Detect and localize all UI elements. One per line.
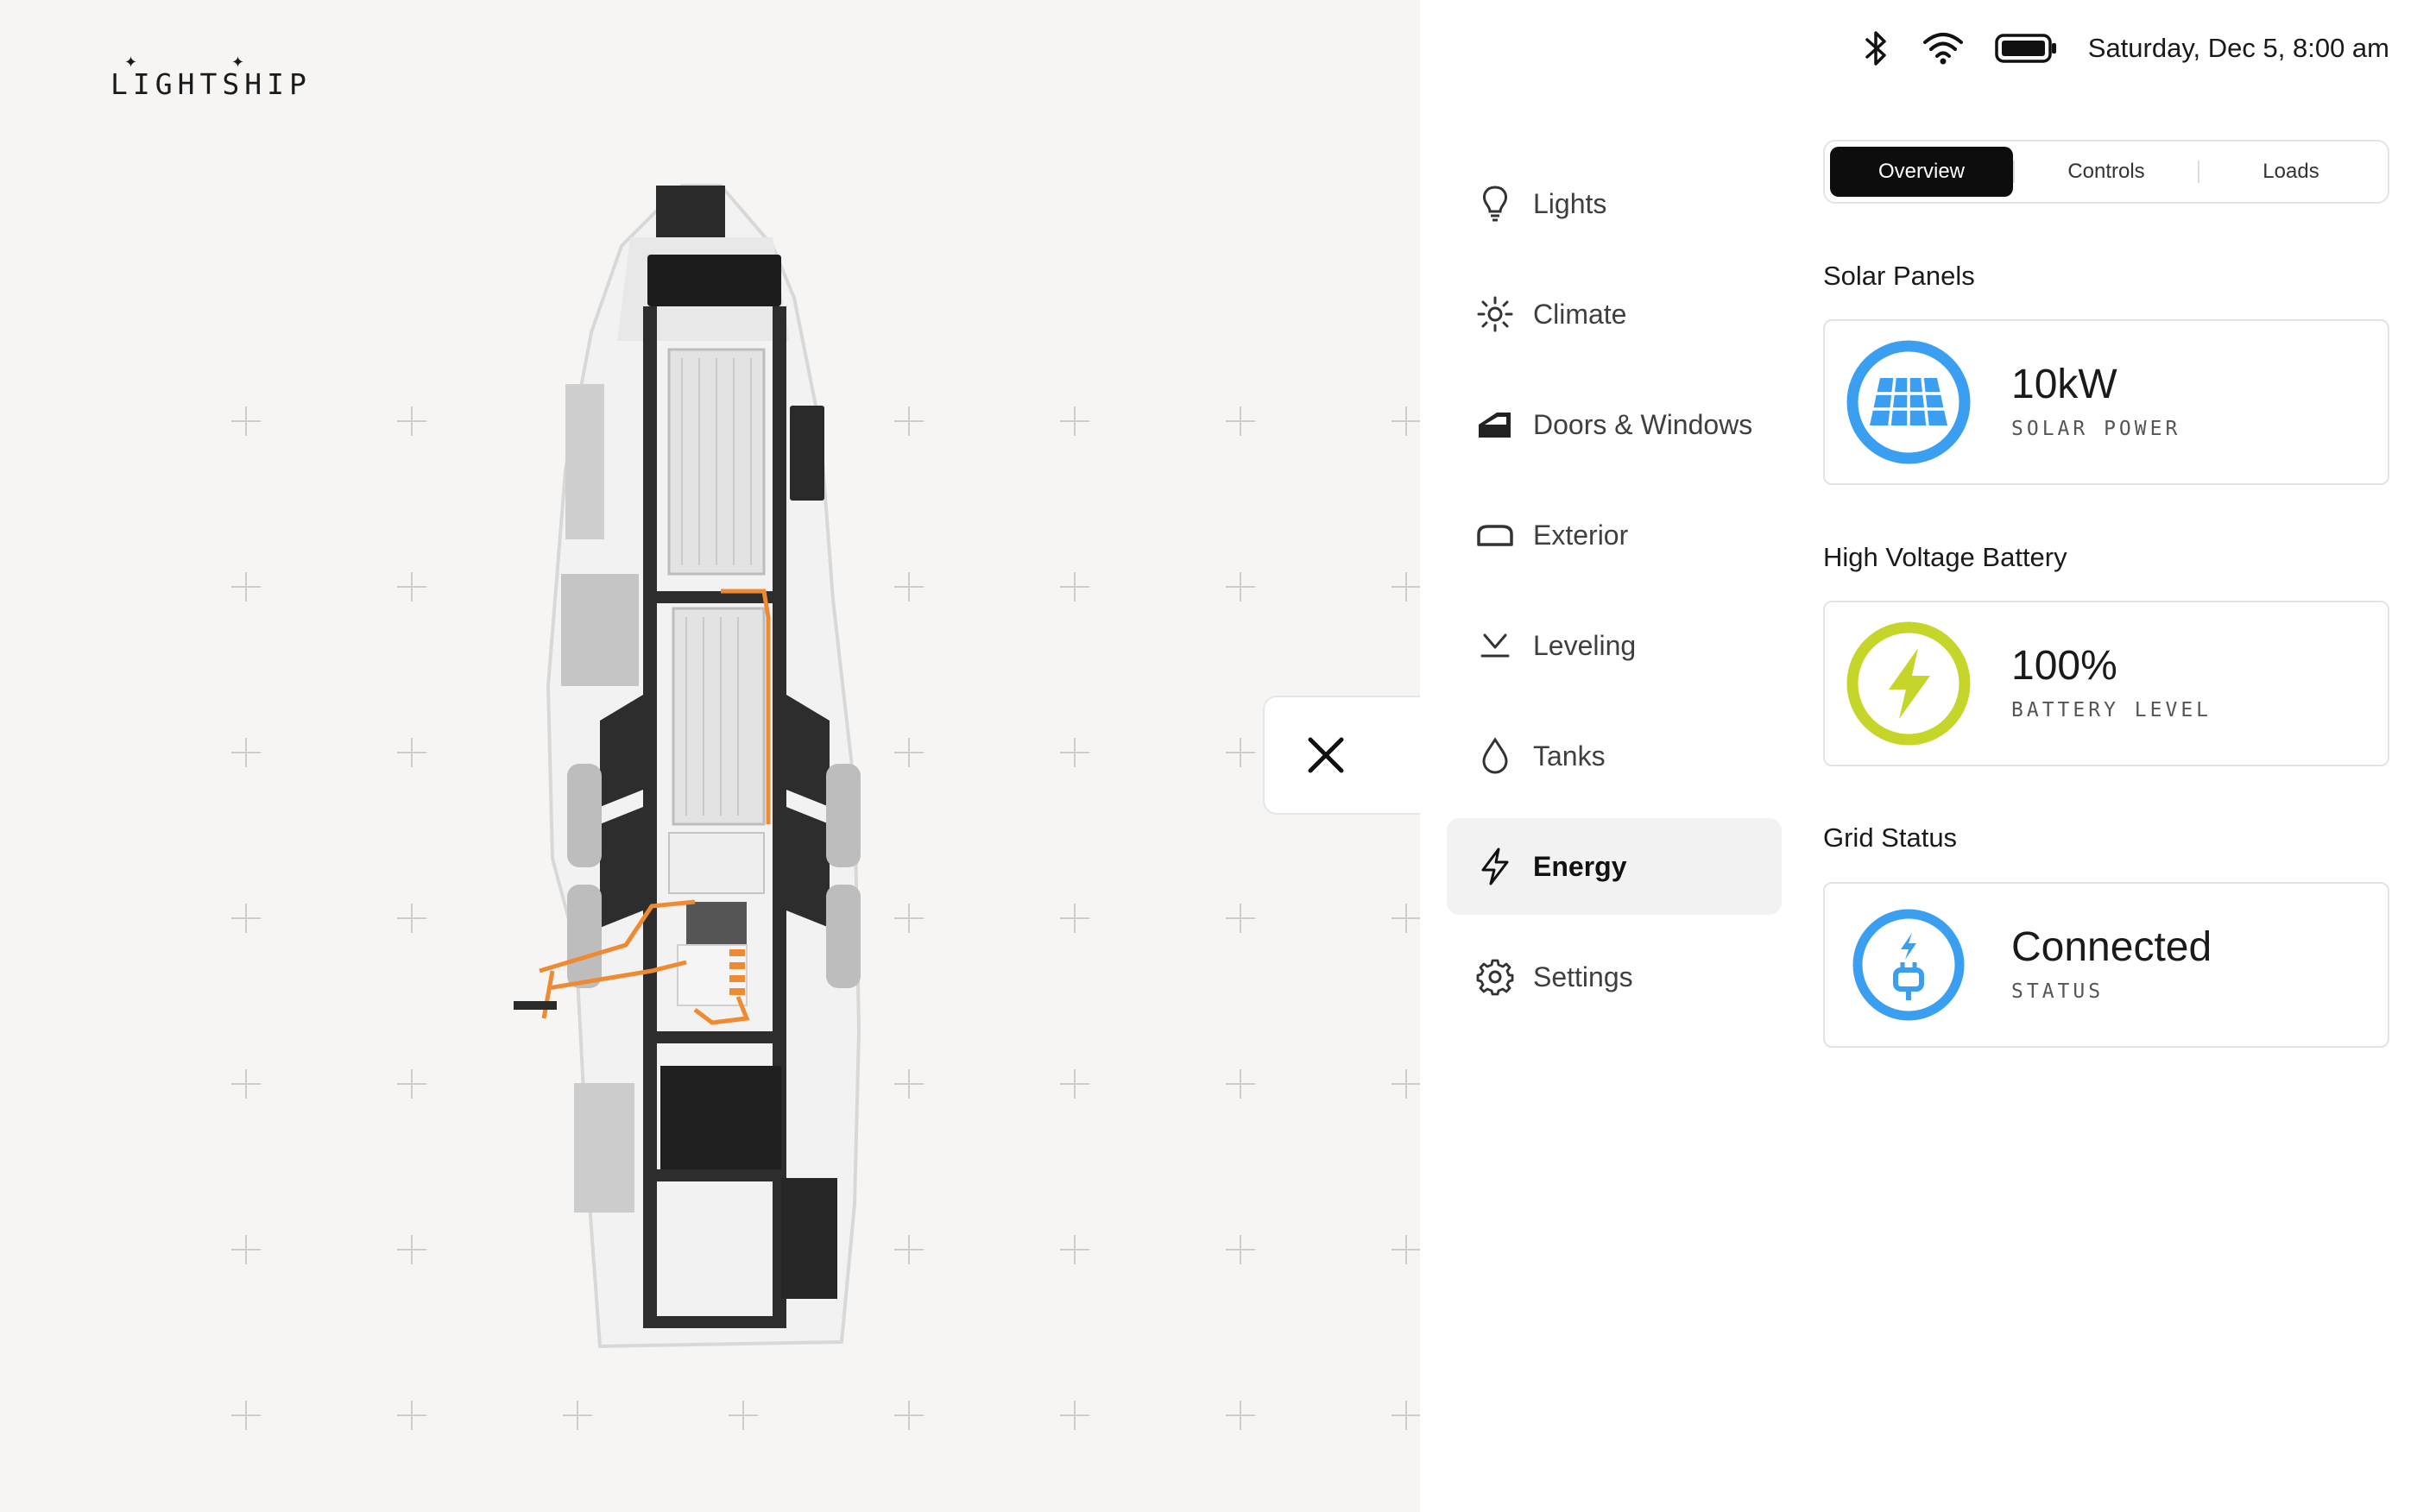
nav-item-tanks[interactable]: Tanks xyxy=(1447,708,1782,804)
nav-label: Energy xyxy=(1533,850,1627,882)
vehicle-view-pane: ✦ ✦ LIGHTSHIP xyxy=(0,0,1420,1512)
grid-cross-mark xyxy=(1226,904,1255,933)
grid-cross-mark xyxy=(1226,1069,1255,1099)
grid-cross-mark xyxy=(231,1069,261,1099)
grid-cross-mark xyxy=(231,1235,261,1264)
grid-cross-mark xyxy=(894,738,924,767)
nav-label: Lights xyxy=(1533,187,1607,219)
solar-section-title: Solar Panels xyxy=(1823,261,1975,291)
status-bar: Saturday, Dec 5, 8:00 am xyxy=(1862,26,2389,71)
grid-cross-mark xyxy=(1392,1069,1420,1099)
close-icon xyxy=(1308,737,1344,773)
grid-section-title: Grid Status xyxy=(1823,822,1958,853)
grid-cross-mark xyxy=(397,1401,426,1430)
grid-cross-mark xyxy=(1226,406,1255,436)
brand-name: LIGHTSHIP xyxy=(110,67,312,101)
leveling-icon xyxy=(1476,627,1514,665)
grid-cross-mark xyxy=(1392,904,1420,933)
grid-cross-mark xyxy=(1060,572,1089,602)
close-panel-button[interactable] xyxy=(1263,696,1420,815)
grid-cross-mark xyxy=(1060,738,1089,767)
door-icon xyxy=(1476,406,1514,444)
grid-cross-mark xyxy=(397,572,426,602)
nav-label: Leveling xyxy=(1533,629,1637,661)
nav-item-lights[interactable]: Lights xyxy=(1447,155,1782,252)
nav-label: Settings xyxy=(1533,961,1633,992)
grid-cross-mark xyxy=(1392,1401,1420,1430)
bluetooth-icon xyxy=(1865,31,1886,66)
grid-cross-mark xyxy=(231,738,261,767)
energy-tabs: Overview Controls Loads xyxy=(1823,140,2389,204)
grid-cross-mark xyxy=(1060,1069,1089,1099)
grid-cross-mark xyxy=(231,406,261,436)
wifi-icon xyxy=(1922,33,1963,65)
gear-icon xyxy=(1476,958,1514,996)
nav-item-exterior[interactable]: Exterior xyxy=(1447,487,1782,583)
grid-cross-mark xyxy=(1392,572,1420,602)
sidebar-nav: Lights Climate Doors & Windows Exterior … xyxy=(1447,155,1782,1039)
solar-card[interactable]: 10kW SOLAR POWER xyxy=(1823,319,2389,485)
battery-level-caption: BATTERY LEVEL xyxy=(2011,699,2212,721)
grid-cross-mark xyxy=(729,1401,758,1430)
solar-power-value: 10kW xyxy=(2011,362,2117,407)
lightning-icon xyxy=(1846,621,1971,746)
grid-cross-mark xyxy=(1060,1235,1089,1264)
grid-cross-mark xyxy=(894,572,924,602)
climate-icon xyxy=(1476,295,1514,333)
nav-item-doors-windows[interactable]: Doors & Windows xyxy=(1447,376,1782,473)
grid-cross-mark xyxy=(563,1401,592,1430)
grid-cross-mark xyxy=(1392,406,1420,436)
grid-cross-mark xyxy=(1060,1401,1089,1430)
grid-cross-mark xyxy=(397,738,426,767)
solar-panel-icon xyxy=(1846,340,1971,464)
grid-cross-mark xyxy=(231,904,261,933)
grid-cross-mark xyxy=(1226,572,1255,602)
nav-item-energy[interactable]: Energy xyxy=(1447,818,1782,915)
plug-icon xyxy=(1852,909,1965,1021)
grid-cross-mark xyxy=(397,1235,426,1264)
battery-section-title: High Voltage Battery xyxy=(1823,542,2067,572)
grid-cross-mark xyxy=(894,1235,924,1264)
droplet-icon xyxy=(1476,737,1514,775)
grid-cross-mark xyxy=(1226,1401,1255,1430)
grid-cross-mark xyxy=(1060,904,1089,933)
tab-controls[interactable]: Controls xyxy=(2015,147,2198,197)
datetime: Saturday, Dec 5, 8:00 am xyxy=(2087,33,2389,63)
grid-cross-mark xyxy=(231,1401,261,1430)
grid-card[interactable]: Connected STATUS xyxy=(1823,882,2389,1048)
nav-item-leveling[interactable]: Leveling xyxy=(1447,597,1782,694)
grid-cross-mark xyxy=(397,406,426,436)
grid-cross-mark xyxy=(1226,1235,1255,1264)
grid-cross-mark xyxy=(894,904,924,933)
nav-label: Doors & Windows xyxy=(1533,408,1753,440)
grid-cross-mark xyxy=(397,904,426,933)
grid-cross-mark xyxy=(1060,406,1089,436)
lightbulb-icon xyxy=(1476,185,1514,223)
tab-overview[interactable]: Overview xyxy=(1830,147,2013,197)
grid-cross-mark xyxy=(1226,738,1255,767)
battery-icon xyxy=(1995,34,2056,63)
nav-label: Exterior xyxy=(1533,519,1629,551)
grid-cross-mark xyxy=(397,1069,426,1099)
grid-cross-mark xyxy=(231,572,261,602)
brand-logo: ✦ ✦ LIGHTSHIP xyxy=(110,54,306,102)
solar-power-caption: SOLAR POWER xyxy=(2011,418,2181,440)
nav-label: Climate xyxy=(1533,298,1627,330)
grid-cross-mark xyxy=(1392,1235,1420,1264)
vehicle-illustration xyxy=(514,184,861,1349)
lightning-icon xyxy=(1476,847,1514,885)
grid-cross-mark xyxy=(894,1401,924,1430)
grid-status-caption: STATUS xyxy=(2011,980,2105,1003)
nav-label: Tanks xyxy=(1533,740,1606,772)
nav-item-climate[interactable]: Climate xyxy=(1447,266,1782,362)
nav-item-settings[interactable]: Settings xyxy=(1447,929,1782,1025)
grid-cross-mark xyxy=(894,406,924,436)
battery-level-value: 100% xyxy=(2011,643,2117,689)
grid-cross-mark xyxy=(894,1069,924,1099)
tab-loads[interactable]: Loads xyxy=(2199,147,2382,197)
battery-card[interactable]: 100% BATTERY LEVEL xyxy=(1823,601,2389,766)
grid-status-value: Connected xyxy=(2011,924,2212,970)
exterior-icon xyxy=(1476,516,1514,554)
